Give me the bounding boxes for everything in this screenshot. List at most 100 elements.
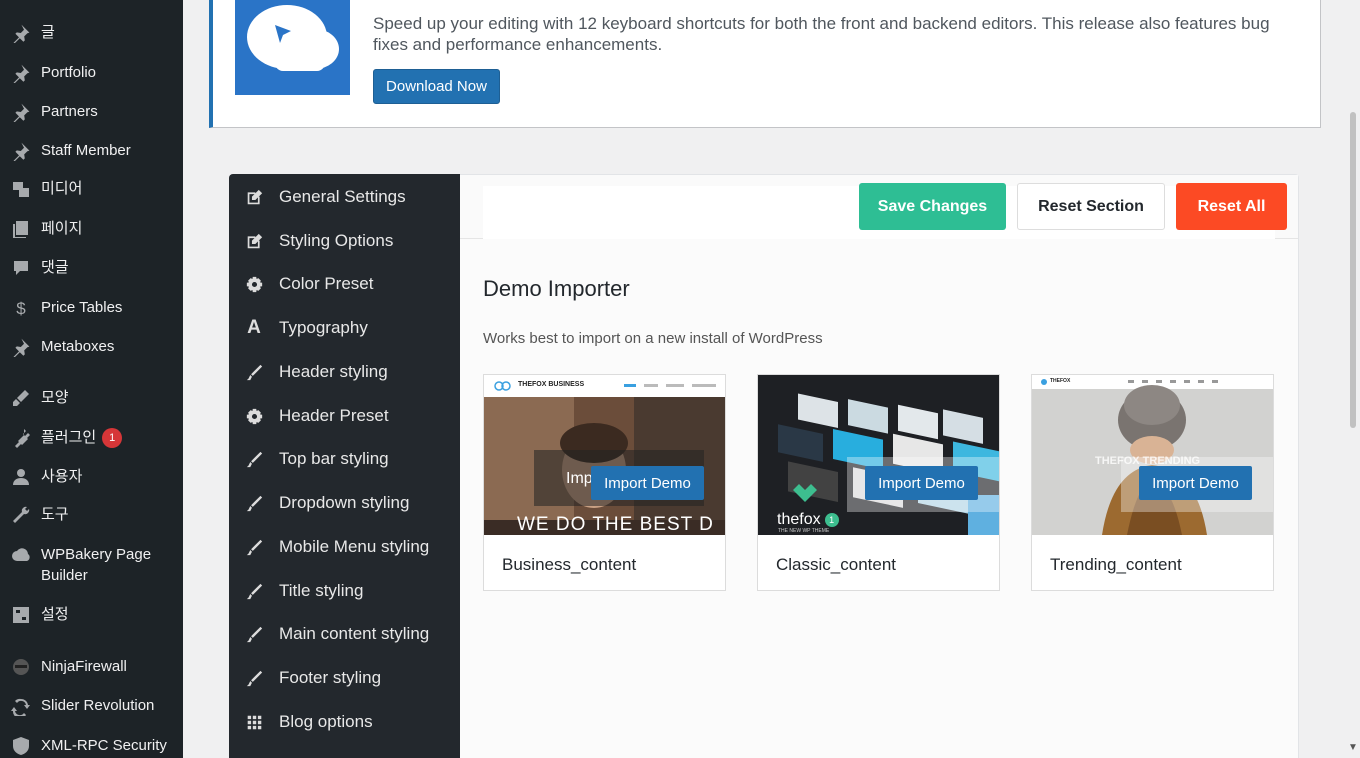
- brush-icon: [244, 537, 264, 557]
- demo-card-trending: THEFOX THEFOX TRENDING Import Demo Trend…: [1031, 374, 1274, 591]
- nav-label: Styling Options: [279, 231, 394, 250]
- menu-portfolio[interactable]: Portfolio: [0, 62, 183, 84]
- brush-icon: [244, 362, 264, 382]
- demo-card-classic: thefox 1 THE NEW WP THEME Import Demo Cl…: [757, 374, 1000, 591]
- scroll-down-arrow-icon[interactable]: ▼: [1348, 742, 1358, 753]
- pin-icon: [10, 140, 32, 162]
- nav-label: Header styling: [279, 362, 388, 381]
- nav-label: Mobile Menu styling: [279, 537, 430, 556]
- pages-icon: [10, 218, 32, 240]
- menu-users[interactable]: 사용자: [0, 466, 183, 488]
- pin-icon: [10, 62, 32, 84]
- import-demo-button[interactable]: Import Demo: [591, 466, 704, 500]
- menu-wpbakery[interactable]: WPBakery Page Builder: [0, 544, 183, 586]
- nav-footer-styling[interactable]: Footer styling: [229, 658, 460, 698]
- gear-icon: [244, 274, 264, 294]
- menu-posts[interactable]: 글: [0, 22, 183, 44]
- pin-icon: [10, 101, 32, 123]
- media-icon: [10, 178, 32, 200]
- gear-icon: [244, 406, 264, 426]
- nav-label: General Settings: [279, 187, 406, 206]
- page-scrollbar[interactable]: ▼: [1346, 0, 1360, 758]
- menu-xmlrpc-security[interactable]: XML-RPC Security: [0, 735, 183, 757]
- menu-staff-member[interactable]: Staff Member: [0, 140, 183, 162]
- nav-main-content-styling[interactable]: Main content styling: [229, 614, 460, 654]
- nav-label: Typography: [279, 318, 368, 337]
- dollar-icon: $: [16, 298, 26, 318]
- demo-name: Trending_content: [1050, 555, 1182, 574]
- grid-icon: [244, 712, 264, 732]
- import-demo-button[interactable]: Import Demo: [865, 466, 978, 500]
- menu-pages[interactable]: 페이지: [0, 218, 183, 240]
- pin-icon: [10, 336, 32, 358]
- version-badge: 1: [824, 513, 839, 527]
- notice-text: Speed up your editing with 12 keyboard s…: [373, 14, 1270, 54]
- demo-brand-text: thefox: [777, 511, 821, 528]
- demo-tagline-text: WE DO THE BEST D: [517, 514, 714, 535]
- nav-mobile-menu-styling[interactable]: Mobile Menu styling: [229, 527, 460, 567]
- menu-comments[interactable]: 댓글: [0, 257, 183, 279]
- scrollbar-thumb[interactable]: [1350, 112, 1356, 428]
- menu-slider-revolution[interactable]: Slider Revolution: [0, 695, 183, 717]
- brush-icon: [244, 668, 264, 688]
- reset-section-button[interactable]: Reset Section: [1017, 183, 1165, 230]
- nav-typography[interactable]: A Typography: [229, 308, 460, 348]
- slider-icon: [10, 695, 32, 717]
- users-icon: [10, 466, 32, 488]
- menu-settings[interactable]: 설정: [0, 604, 183, 626]
- nav-label: Footer styling: [279, 668, 382, 687]
- menu-tools[interactable]: 도구: [0, 504, 183, 526]
- nav-header-preset[interactable]: Header Preset: [229, 396, 460, 436]
- import-demo-button[interactable]: Import Demo: [1139, 466, 1252, 500]
- menu-plugins-label: 플러그인: [41, 429, 97, 446]
- nav-title-styling[interactable]: Title styling: [229, 571, 460, 611]
- brush-icon: [244, 581, 264, 601]
- demo-name: Business_content: [502, 555, 637, 574]
- nav-top-bar-styling[interactable]: Top bar styling: [229, 439, 460, 479]
- comments-icon: [10, 257, 32, 279]
- nav-label: Header Preset: [279, 406, 389, 425]
- demo-card-business: THEFOX BUSINESS Imp WE DO THE BEST D Imp…: [483, 374, 726, 591]
- nav-blog-options[interactable]: Blog options: [229, 702, 460, 742]
- demo-hint-text: Imp: [566, 470, 593, 487]
- font-icon: A: [247, 317, 261, 338]
- demo-name: Classic_content: [776, 555, 897, 574]
- download-now-button[interactable]: Download Now: [373, 69, 500, 104]
- demo-thumbnail: THEFOX BUSINESS Imp WE DO THE BEST D: [484, 375, 725, 535]
- nav-label: Top bar styling: [279, 449, 389, 468]
- menu-appearance[interactable]: 모양: [0, 387, 183, 409]
- update-notice: Speed up your editing with 12 keyboard s…: [209, 0, 1321, 128]
- tools-icon: [10, 504, 32, 526]
- wpbakery-icon: [10, 544, 32, 566]
- nav-label: Dropdown styling: [279, 493, 410, 512]
- ninja-icon: [10, 656, 32, 678]
- nav-general-settings[interactable]: General Settings: [229, 177, 460, 217]
- options-nav: General Settings Styling Options Color P…: [229, 174, 460, 758]
- nav-label: Title styling: [279, 581, 364, 600]
- nav-styling-options[interactable]: Styling Options: [229, 221, 460, 261]
- menu-price-tables[interactable]: $ Price Tables: [0, 297, 183, 319]
- save-changes-button[interactable]: Save Changes: [859, 183, 1006, 230]
- menu-media[interactable]: 미디어: [0, 178, 183, 200]
- demo-brand-text: THEFOX: [1050, 378, 1071, 384]
- menu-partners[interactable]: Partners: [0, 101, 183, 123]
- nav-header-styling[interactable]: Header styling: [229, 352, 460, 392]
- menu-plugins[interactable]: 플러그인 1: [0, 427, 183, 449]
- nav-label: Color Preset: [279, 274, 374, 293]
- appearance-icon: [10, 387, 32, 409]
- nav-dropdown-styling[interactable]: Dropdown styling: [229, 483, 460, 523]
- cloud-cursor-icon: [247, 5, 339, 71]
- reset-all-button[interactable]: Reset All: [1176, 183, 1287, 230]
- pin-icon: [10, 22, 32, 44]
- settings-icon: [10, 604, 32, 626]
- edit-icon: [244, 187, 264, 207]
- shield-icon: [10, 735, 32, 757]
- nav-label: Main content styling: [279, 624, 430, 643]
- menu-metaboxes[interactable]: Metaboxes: [0, 336, 183, 358]
- nav-label: Blog options: [279, 712, 373, 731]
- nav-color-preset[interactable]: Color Preset: [229, 264, 460, 304]
- plugins-icon: [10, 427, 32, 449]
- demo-brand-text: THEFOX BUSINESS: [518, 381, 585, 388]
- section-title: Demo Importer: [483, 276, 630, 301]
- menu-ninjafirewall[interactable]: NinjaFirewall: [0, 656, 183, 678]
